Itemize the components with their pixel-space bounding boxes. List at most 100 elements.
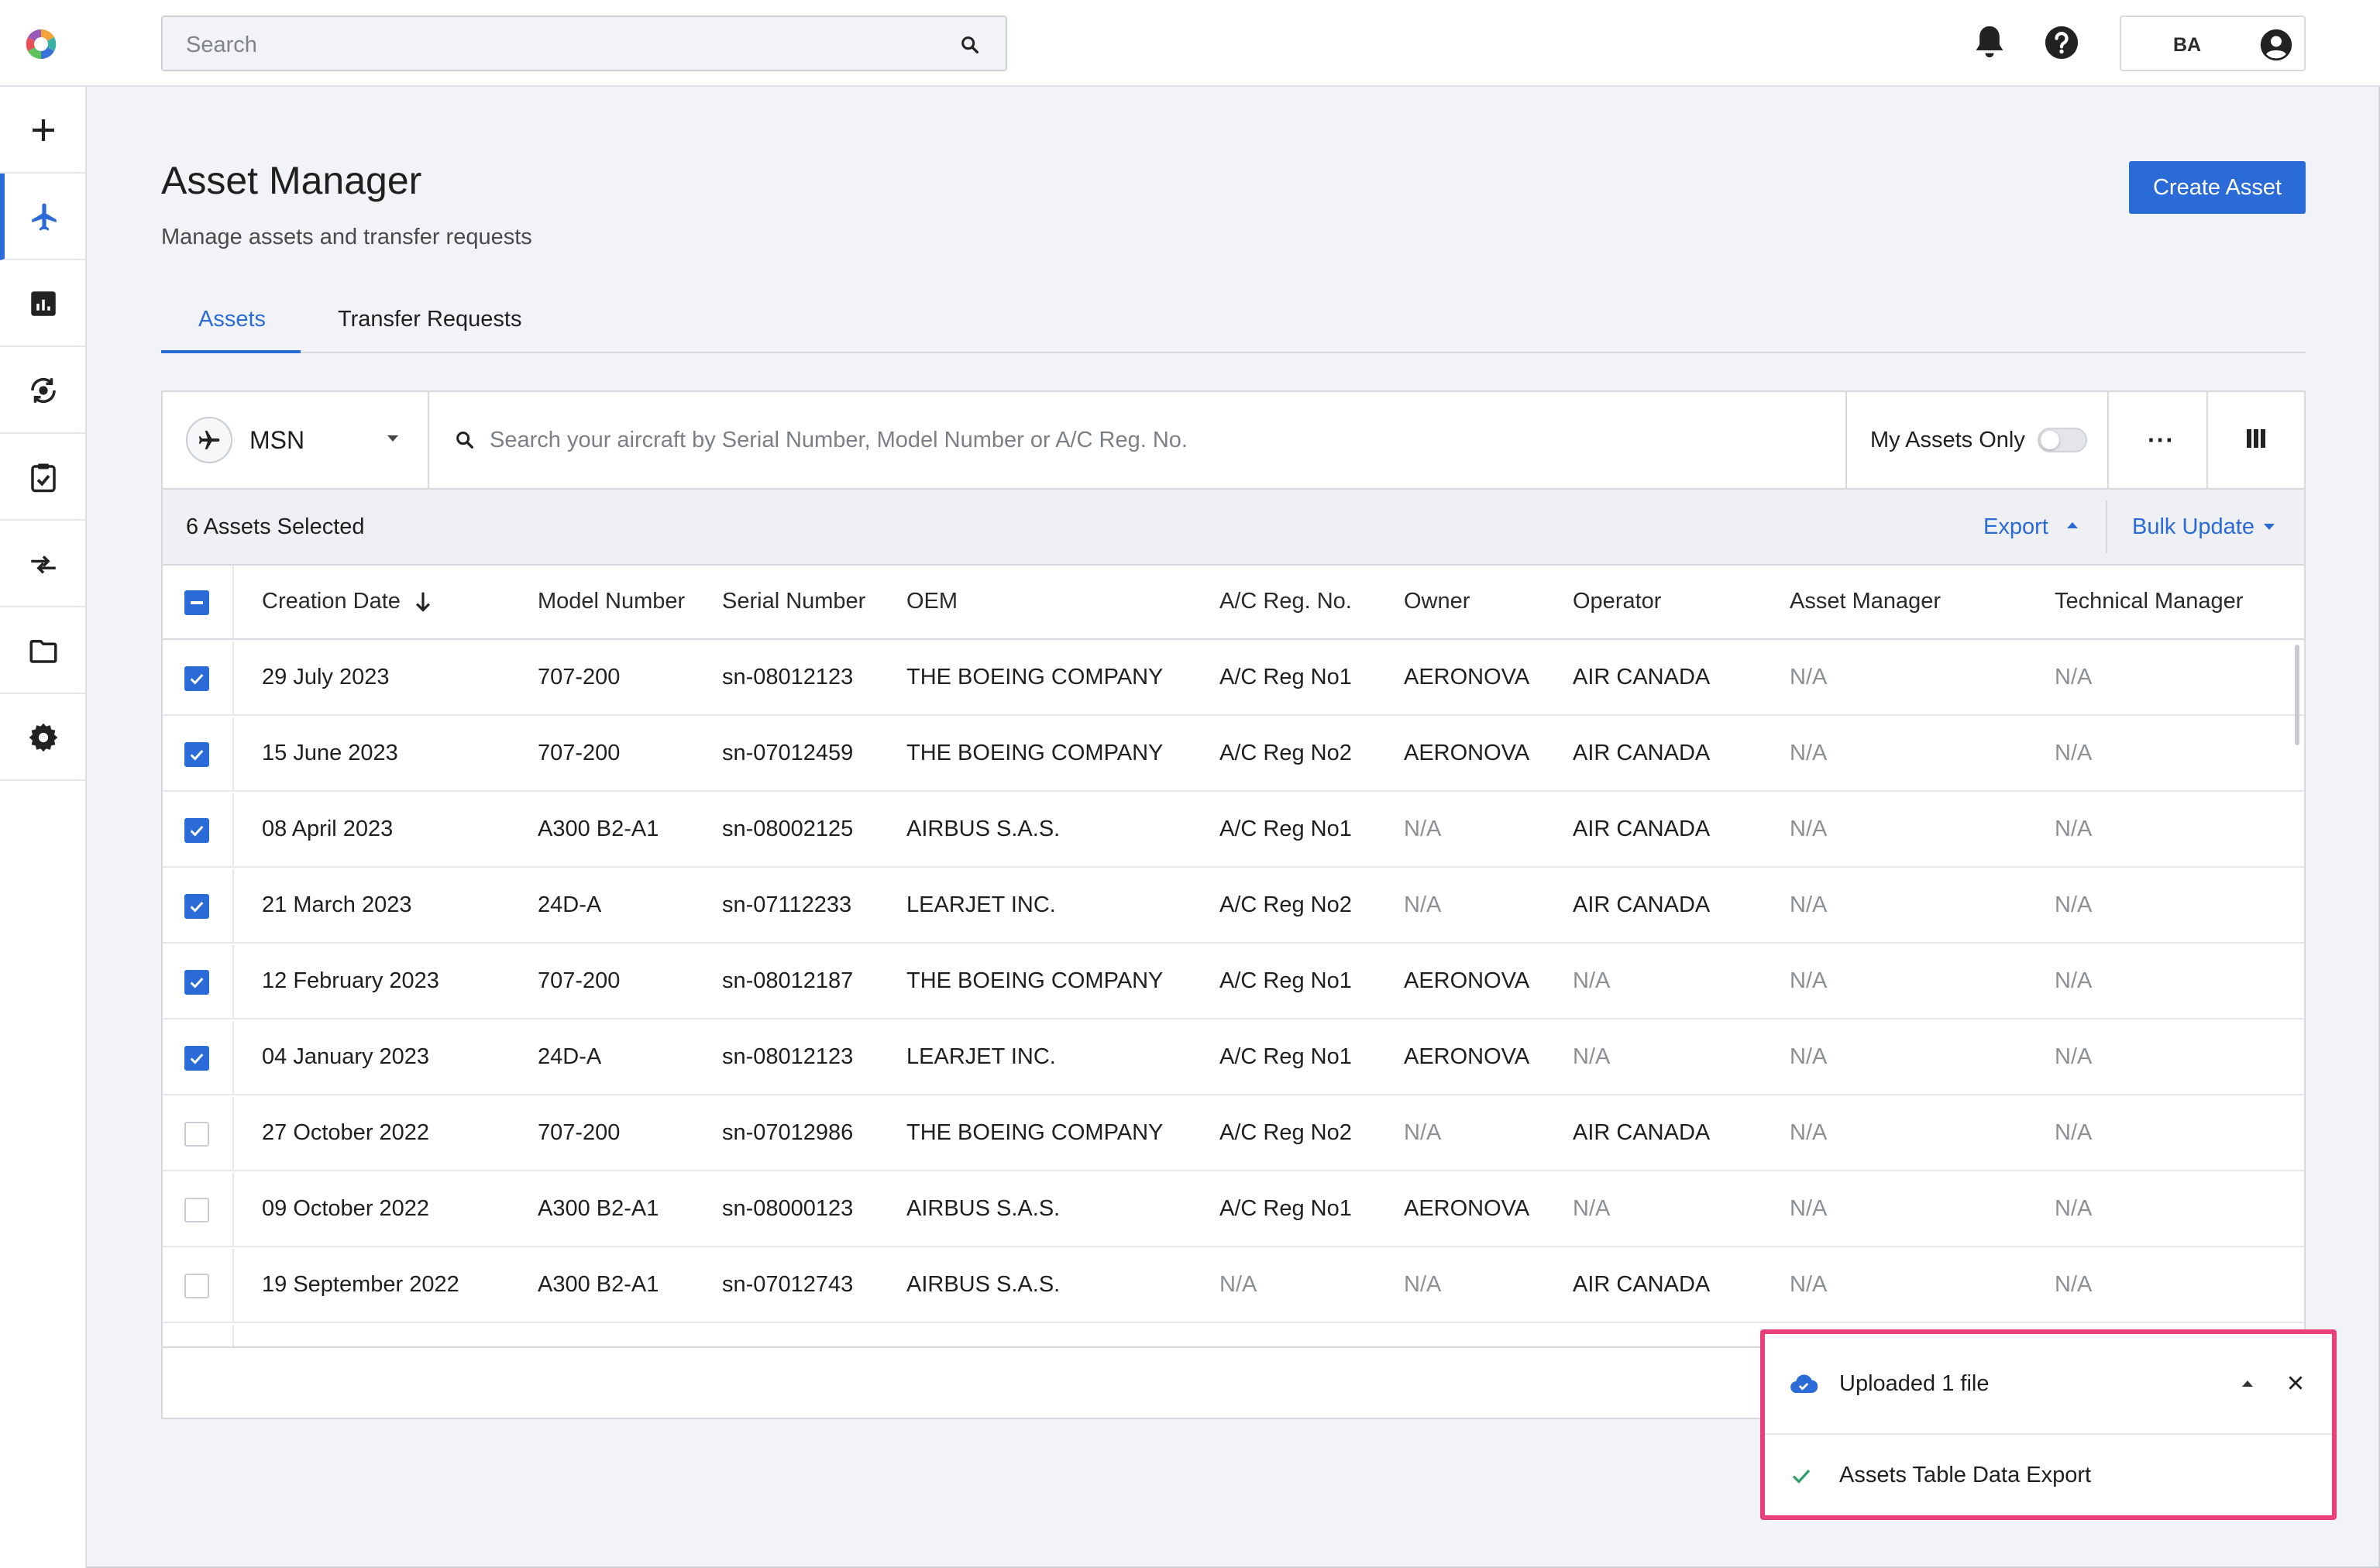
cell-asset-manager: N/A [1790,968,1828,993]
column-header-serial-number[interactable]: Serial Number [722,589,865,614]
row-checkbox[interactable] [184,970,209,995]
table-row[interactable]: 29 July 2023 707-200 sn-08012123 THE BOEING… [163,641,2304,716]
row-checkbox[interactable] [184,666,209,691]
cell-technical-manager: N/A [2055,1196,2093,1221]
table-row[interactable]: 08 April 2023 A300 B2-A1 sn-08002125 AIRBUS… [163,793,2304,868]
table-row[interactable]: 19 September 2022 A300 B2-A1 sn-07012743 AI… [163,1249,2304,1323]
cell-technical-manager: N/A [2055,741,2093,765]
aircraft-search-input[interactable]: Search your aircraft by Serial Number, M… [490,428,1188,453]
checkmark-icon [190,825,204,837]
cell-model-number: 24D-A [538,1044,602,1069]
table-row[interactable]: 21 March 2023 24D-A sn-07112233 LEARJET INC… [163,869,2304,944]
cell-technical-manager: N/A [2055,665,2093,689]
upload-toast: Uploaded 1 file Assets Table Data Export [1760,1329,2337,1520]
sort-down-icon [415,593,430,613]
column-header-ac-reg-no[interactable]: A/C Reg. No. [1219,589,1352,614]
bulk-update-button[interactable]: Bulk Update [2132,514,2254,540]
column-header-technical-manager[interactable]: Technical Manager [2055,589,2243,614]
table-header: Creation Date Model Number Serial Number… [163,566,2304,640]
column-header-creation-date[interactable]: Creation Date [262,589,432,614]
cell-oem: AIRBUS S.A.S. [906,1272,1061,1297]
table-row[interactable]: 09 October 2022 A300 B2-A1 sn-08000123 AIRB… [163,1173,2304,1247]
row-checkbox[interactable] [184,742,209,767]
sidebar-item-assets[interactable] [0,174,85,260]
table-scrollbar[interactable] [2295,645,2299,745]
cell-serial-number: sn-08012123 [722,665,854,689]
sidebar-item-transfers[interactable] [0,521,85,607]
column-header-asset-manager[interactable]: Asset Manager [1790,589,1941,614]
sync-tracking-icon [31,377,56,404]
cell-model-number: 707-200 [538,968,621,993]
cell-owner: N/A [1404,892,1442,917]
cell-oem: THE BOEING COMPANY [906,1120,1164,1145]
my-assets-toggle[interactable] [2038,428,2087,452]
column-header-model-number[interactable]: Model Number [538,589,685,614]
help-icon[interactable] [2044,25,2079,60]
cell-ac-reg-no: A/C Reg No2 [1219,741,1352,765]
app-logo-icon[interactable] [23,26,59,62]
select-all-checkbox[interactable] [184,590,209,615]
sidebar-item-settings[interactable] [0,694,85,781]
sidebar-item-reports[interactable] [0,260,85,347]
sidebar-item-add[interactable] [0,87,85,174]
export-button[interactable]: Export [1983,514,2048,540]
row-checkbox[interactable] [184,1122,209,1147]
cell-owner: AERONOVA [1404,1196,1530,1221]
cell-operator: AIR CANADA [1573,892,1711,917]
notifications-bell-icon[interactable] [1972,23,2007,60]
more-options-button[interactable]: ··· [2109,392,2208,488]
sidebar-item-tracking[interactable] [0,347,85,434]
row-checkbox[interactable] [184,1274,209,1298]
tab-transfer-requests[interactable]: Transfer Requests [338,307,521,332]
cell-ac-reg-no: A/C Reg No1 [1219,665,1352,689]
search-type-dropdown[interactable]: MSN [163,392,429,488]
row-checkbox[interactable] [184,1198,209,1222]
table-row[interactable]: 27 October 2022 707-200 sn-07012986 THE BOE… [163,1097,2304,1171]
cell-oem: THE BOEING COMPANY [906,741,1164,765]
search-icon [456,432,473,449]
cell-creation-date: 09 October 2022 [262,1196,430,1221]
row-checkbox[interactable] [184,1046,209,1071]
create-asset-button[interactable]: Create Asset [2129,161,2306,214]
page-title: Asset Manager [161,159,422,202]
upload-toast-title: Uploaded 1 file [1839,1371,1990,1396]
cell-model-number: A300 B2-A1 [538,817,659,841]
toggle-knob [2041,431,2059,449]
row-select-cell [163,1173,234,1246]
close-icon[interactable] [2285,1373,2306,1393]
collapse-chevron-icon[interactable] [2242,1381,2253,1387]
cell-serial-number: sn-07012743 [722,1272,854,1297]
row-checkbox[interactable] [184,894,209,919]
cell-owner: AERONOVA [1404,665,1530,689]
selected-count: 6 Assets Selected [186,514,365,539]
cell-oem: LEARJET INC. [906,892,1056,917]
check-icon [1792,1470,1811,1484]
search-icon[interactable] [959,34,981,56]
table-row[interactable]: 15 June 2023 707-200 sn-07012459 THE BOEING… [163,717,2304,792]
cell-serial-number: sn-08002125 [722,817,854,841]
bar-chart-icon [31,291,56,316]
cell-owner: N/A [1404,1272,1442,1297]
column-header-owner[interactable]: Owner [1404,589,1470,614]
cell-serial-number: sn-08000123 [722,1196,854,1221]
cell-technical-manager: N/A [2055,817,2093,841]
row-checkbox[interactable] [184,818,209,843]
column-header-oem[interactable]: OEM [906,589,958,614]
table-row[interactable]: 12 February 2023 707-200 sn-08012187 THE BO… [163,945,2304,1020]
sidebar [0,87,87,1568]
tab-assets[interactable]: Assets [198,307,266,332]
row-select-cell [163,793,234,866]
chevron-down-icon [2264,524,2275,530]
sidebar-item-files[interactable] [0,607,85,694]
transfer-arrows-icon [31,555,56,574]
global-search-input[interactable]: Search [161,15,1007,71]
user-menu[interactable]: BA [2120,15,2306,71]
checkmark-icon [190,749,204,761]
sidebar-item-tasks[interactable] [0,434,85,521]
column-header-operator[interactable]: Operator [1573,589,1661,614]
cell-operator: AIR CANADA [1573,665,1711,689]
column-settings-button[interactable] [2208,392,2306,488]
table-row[interactable]: 04 January 2023 24D-A sn-08012123 LEARJET I… [163,1021,2304,1095]
row-select-cell [163,869,234,942]
uploaded-file-name[interactable]: Assets Table Data Export [1839,1463,2091,1488]
